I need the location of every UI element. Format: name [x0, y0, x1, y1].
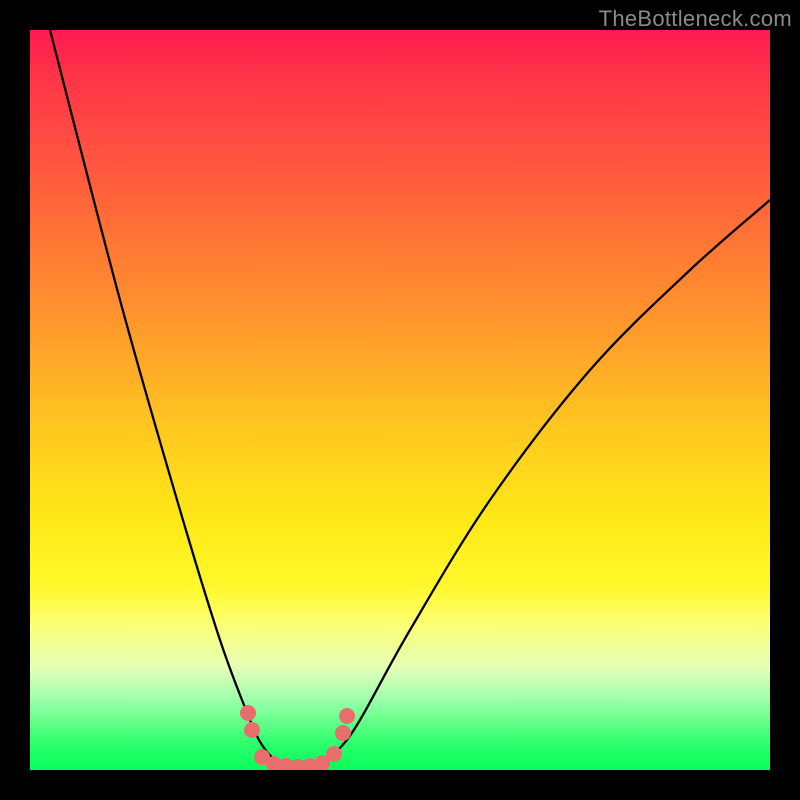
well-marker	[240, 705, 256, 721]
well-marker	[339, 708, 355, 724]
well-marker	[326, 746, 342, 762]
well-marker	[335, 725, 351, 741]
well-marker	[244, 722, 260, 738]
watermark-text: TheBottleneck.com	[599, 6, 792, 32]
bottleneck-curve-svg	[30, 30, 770, 770]
plot-frame	[30, 30, 770, 770]
bottleneck-curve	[50, 30, 770, 768]
